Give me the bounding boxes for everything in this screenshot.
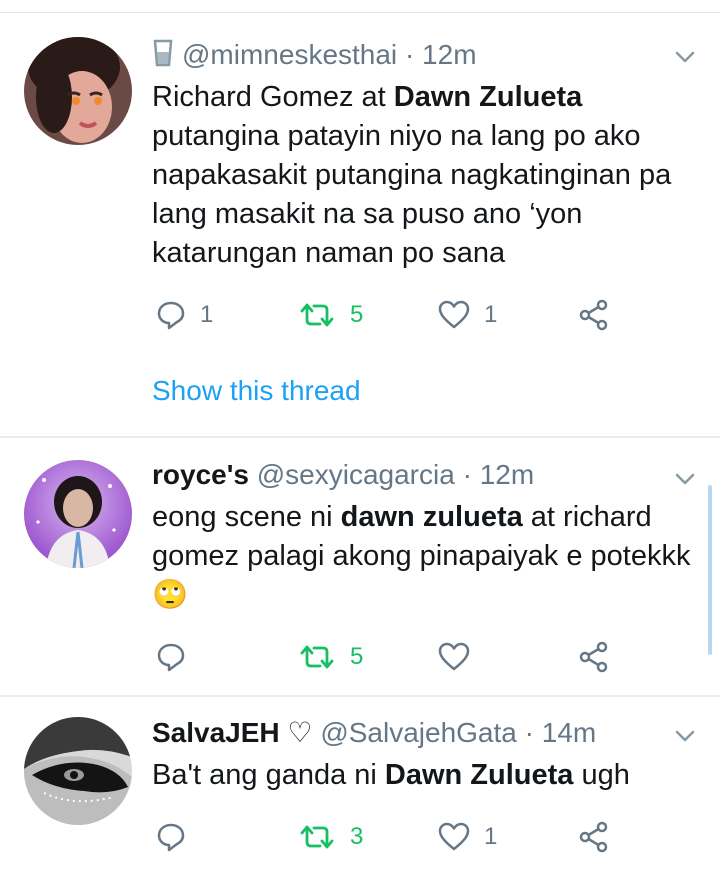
chevron-down-icon[interactable] xyxy=(670,42,700,72)
tweet-3[interactable]: SalvaJEH ♡ @SalvajehGata · 14m Ba't ang … xyxy=(0,697,720,875)
like-count: 1 xyxy=(484,301,498,328)
share-icon xyxy=(578,299,610,331)
tweet-header: royce's @sexyicagarcia · 12m xyxy=(152,458,534,492)
separator-dot: · xyxy=(404,39,415,70)
highlighted-term: dawn zulueta xyxy=(340,501,523,533)
reply-bubble-icon xyxy=(156,300,186,330)
tweet-header: @mimneskesthai · 12m xyxy=(152,38,477,76)
heart-icon xyxy=(438,300,470,330)
retweet-count: 3 xyxy=(350,823,364,850)
heart-icon xyxy=(438,642,470,672)
timestamp[interactable]: 12m xyxy=(422,39,476,70)
share-button[interactable] xyxy=(578,637,610,677)
like-button[interactable]: 1 xyxy=(438,817,497,857)
reply-count: 1 xyxy=(200,301,214,328)
tweet-text: Ba't ang ganda ni Dawn Zulueta ugh xyxy=(152,759,630,791)
share-icon xyxy=(578,821,610,853)
share-button[interactable] xyxy=(578,817,610,857)
retweet-button[interactable]: 3 xyxy=(298,817,363,857)
retweet-count: 5 xyxy=(350,301,364,328)
retweet-button[interactable]: 5 xyxy=(298,295,363,335)
highlighted-term: Dawn Zulueta xyxy=(384,759,574,791)
highlighted-term: Dawn Zulueta xyxy=(393,81,583,113)
rolling-eyes-emoji: 🙄 xyxy=(152,579,189,611)
tweet-actions: 3 1 xyxy=(152,817,712,857)
reply-button[interactable] xyxy=(156,637,200,677)
retweet-icon xyxy=(298,822,336,852)
timestamp[interactable]: 12m xyxy=(480,459,534,490)
glass-icon xyxy=(152,38,174,76)
tweet-actions: 1 5 1 xyxy=(152,295,712,335)
reply-bubble-icon xyxy=(156,642,186,672)
like-button[interactable] xyxy=(438,637,484,677)
retweet-button[interactable]: 5 xyxy=(298,637,363,677)
user-handle[interactable]: @mimneskesthai xyxy=(182,39,397,70)
heart-outline-icon: ♡ xyxy=(287,717,313,748)
tweet-text: Richard Gomez at Dawn Zulueta putangina … xyxy=(152,81,672,269)
tweet-1[interactable]: @mimneskesthai · 12m Richard Gomez at Da… xyxy=(0,0,720,436)
avatar[interactable] xyxy=(24,460,132,568)
user-handle[interactable]: @sexyicagarcia xyxy=(257,459,455,490)
reply-button[interactable]: 1 xyxy=(156,295,213,335)
chevron-down-icon[interactable] xyxy=(670,721,700,751)
tweet-actions: 5 xyxy=(152,637,712,677)
display-name[interactable]: SalvaJEH xyxy=(152,717,280,748)
tweet-text: eong scene ni dawn zulueta at richard go… xyxy=(152,501,691,611)
tweet-2[interactable]: royce's @sexyicagarcia · 12m eong scene … xyxy=(0,438,720,695)
heart-icon xyxy=(438,822,470,852)
display-name[interactable]: royce's xyxy=(152,459,249,490)
avatar[interactable] xyxy=(24,717,132,825)
retweet-icon xyxy=(298,300,336,330)
separator-dot: · xyxy=(524,717,534,748)
chevron-down-icon[interactable] xyxy=(670,464,700,494)
like-button[interactable]: 1 xyxy=(438,295,497,335)
timestamp[interactable]: 14m xyxy=(542,717,596,748)
retweet-icon xyxy=(298,642,336,672)
reply-button[interactable] xyxy=(156,817,200,857)
user-handle[interactable]: @SalvajehGata xyxy=(320,717,517,748)
show-thread-link[interactable]: Show this thread xyxy=(152,375,361,407)
scrollbar[interactable] xyxy=(708,485,712,655)
separator-dot: · xyxy=(462,459,472,490)
tweet-header: SalvaJEH ♡ @SalvajehGata · 14m xyxy=(152,716,596,750)
share-icon xyxy=(578,641,610,673)
retweet-count: 5 xyxy=(350,643,364,670)
avatar[interactable] xyxy=(24,37,132,145)
like-count: 1 xyxy=(484,823,498,850)
share-button[interactable] xyxy=(578,295,610,335)
reply-bubble-icon xyxy=(156,822,186,852)
